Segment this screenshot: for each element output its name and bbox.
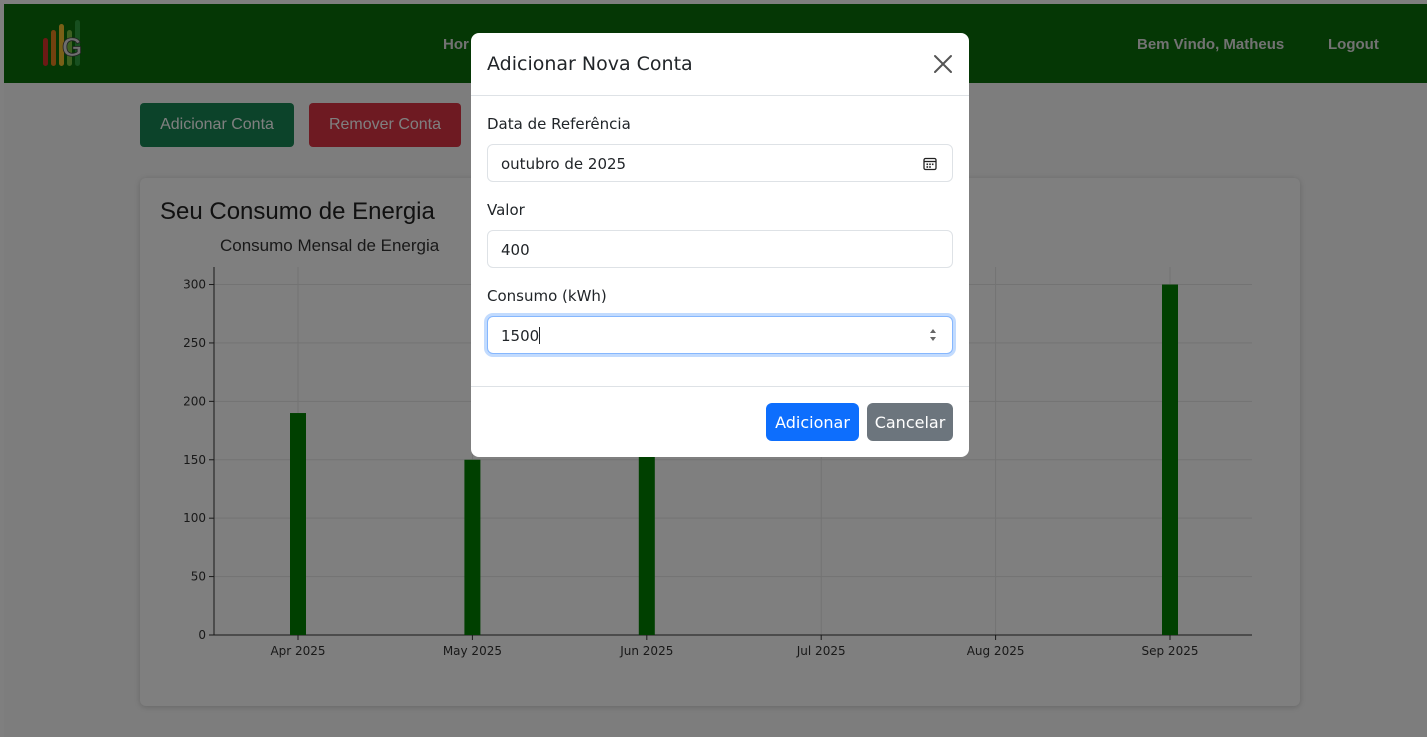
consumption-label: Consumo (kWh): [487, 287, 607, 305]
close-icon[interactable]: [931, 52, 955, 76]
modal-footer: Adicionar Cancelar: [471, 386, 969, 457]
add-account-modal: Adicionar Nova Conta Data de Referência …: [471, 33, 969, 457]
date-field[interactable]: outubro de 2025: [487, 144, 953, 182]
value-label: Valor: [487, 201, 525, 219]
value-field[interactable]: 400: [487, 230, 953, 268]
modal-header: Adicionar Nova Conta: [471, 33, 969, 96]
cancel-button[interactable]: Cancelar: [867, 403, 953, 441]
calendar-icon[interactable]: [922, 156, 938, 172]
modal-title: Adicionar Nova Conta: [487, 53, 693, 75]
value-value: 400: [501, 241, 530, 259]
consumption-field[interactable]: 1500: [487, 316, 953, 354]
consumption-value: 1500: [501, 327, 540, 345]
spinner-arrows-icon[interactable]: [928, 325, 938, 345]
submit-button[interactable]: Adicionar: [766, 403, 859, 441]
date-value: outubro de 2025: [501, 155, 627, 173]
date-label: Data de Referência: [487, 115, 631, 133]
text-caret: [539, 327, 541, 344]
